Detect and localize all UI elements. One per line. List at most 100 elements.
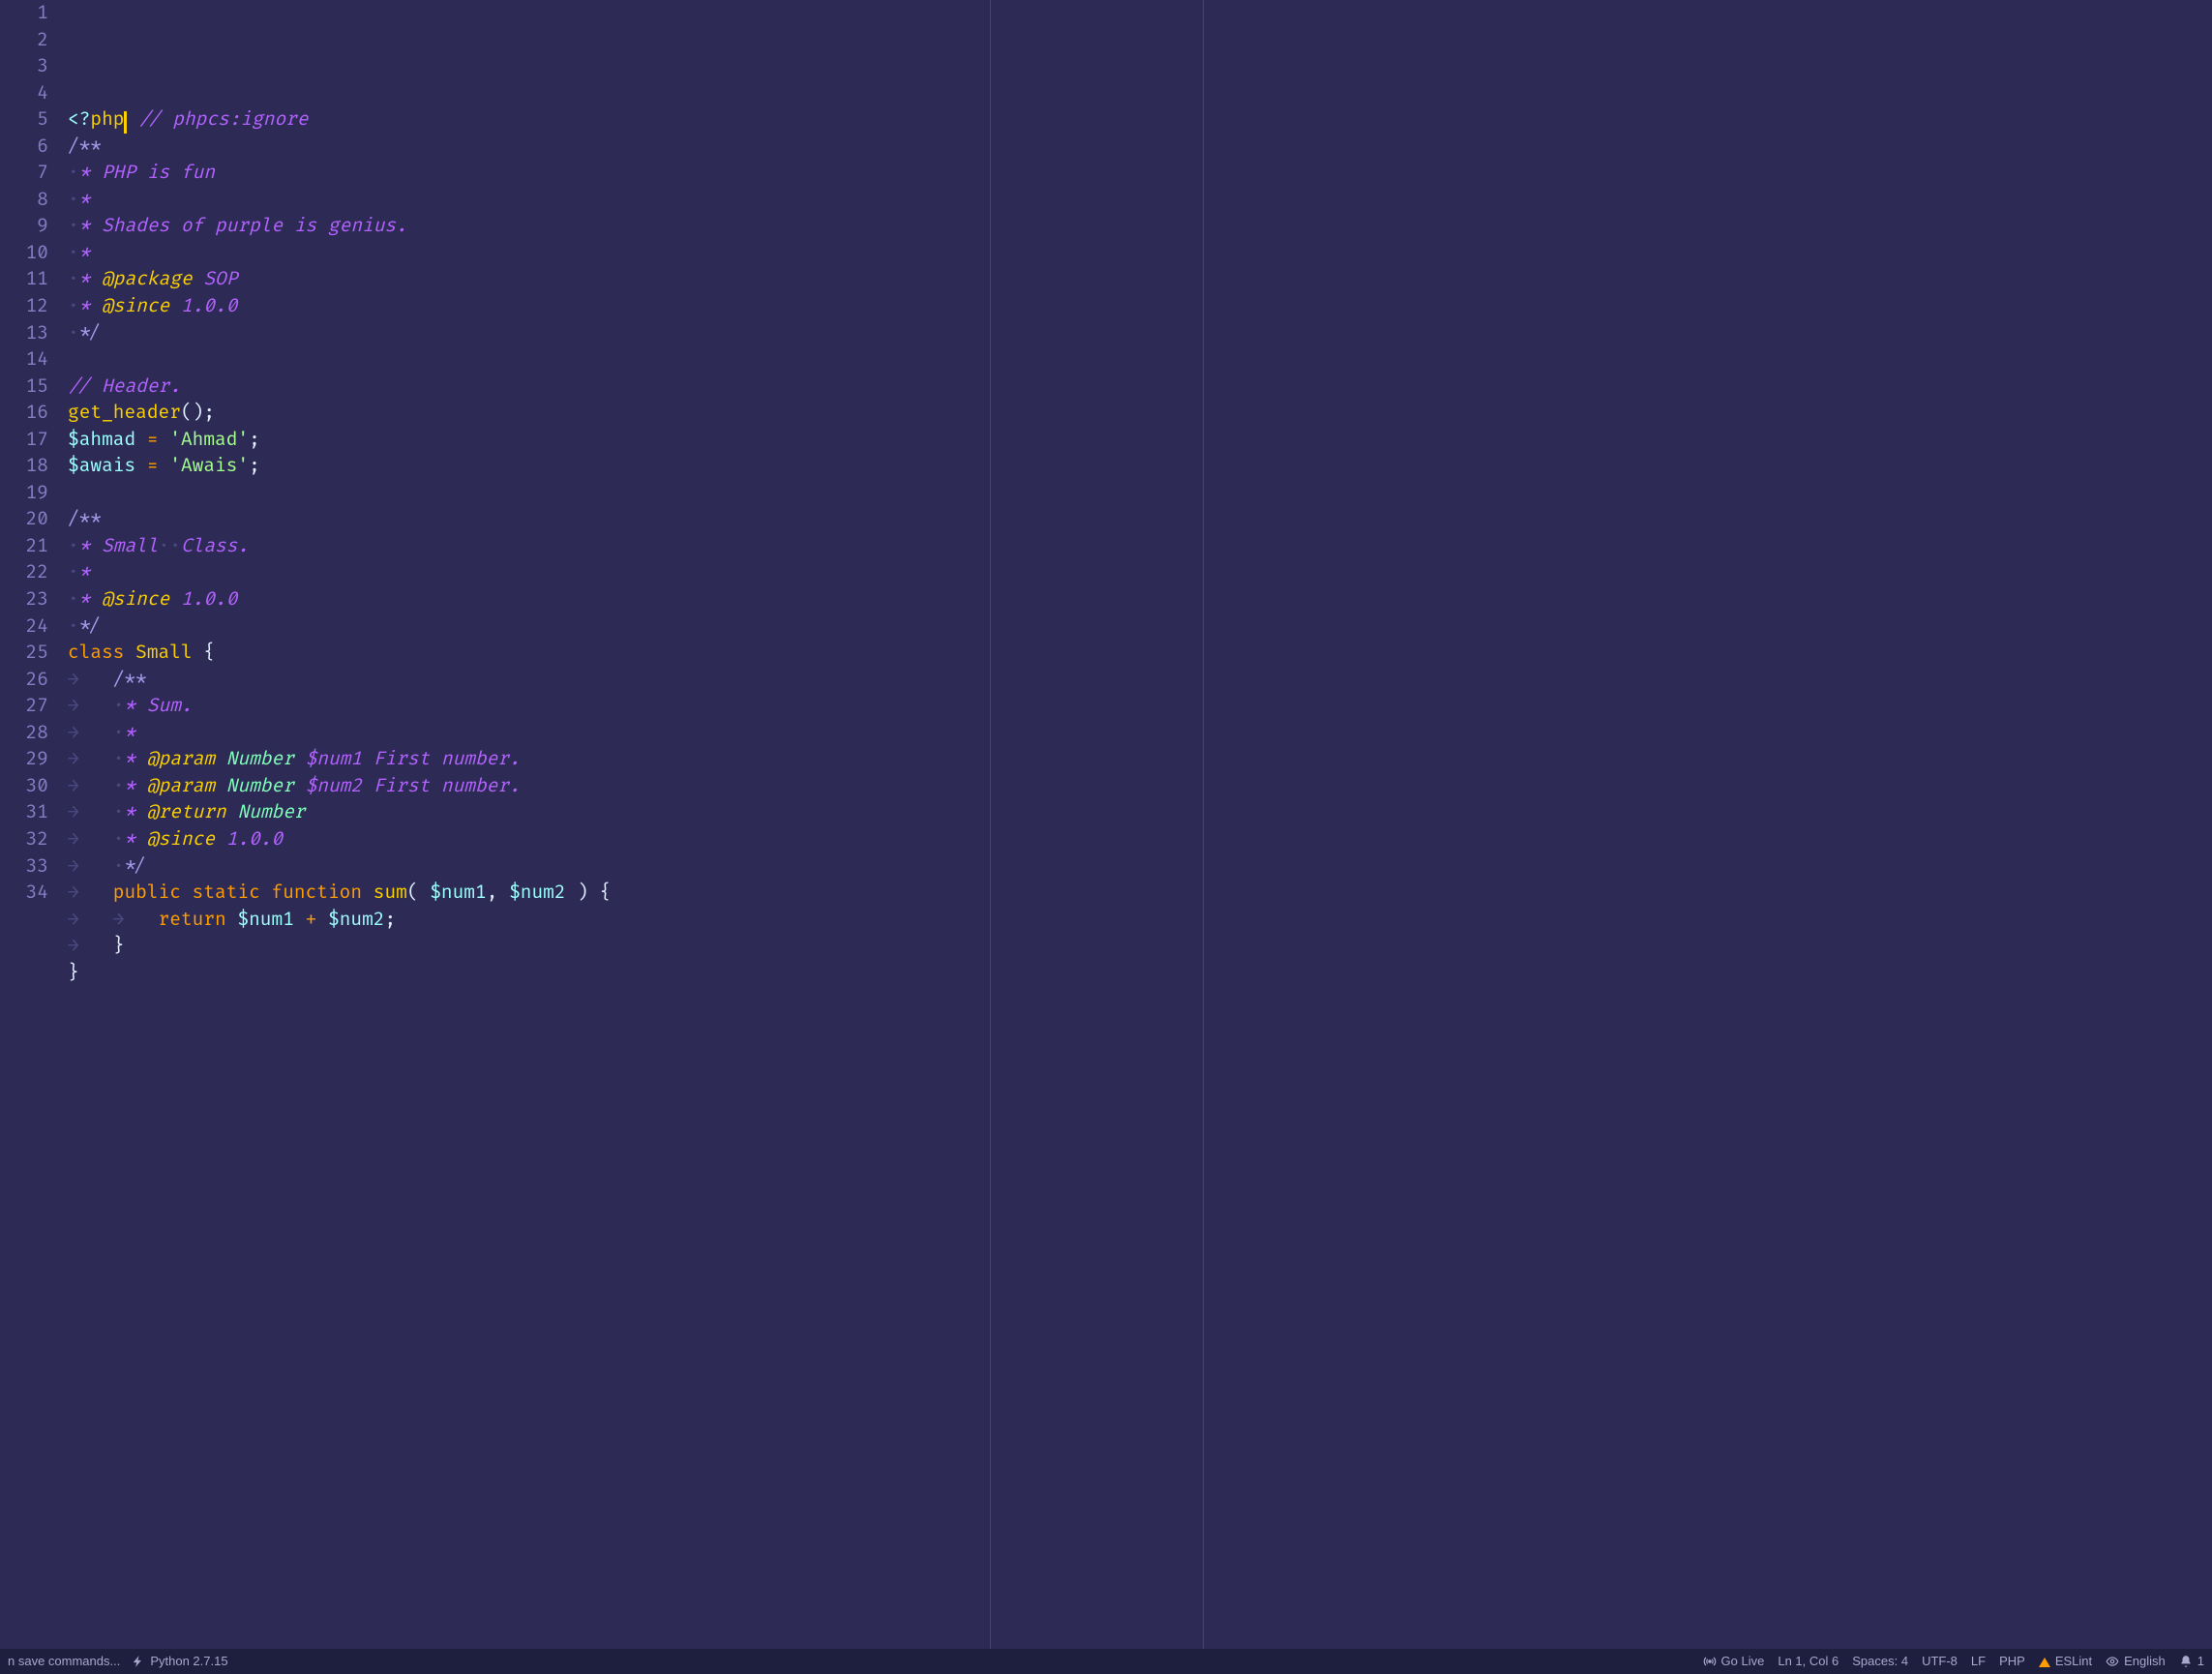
code-line[interactable]: → ·*/ [68,853,2212,881]
status-cursor-position[interactable]: Ln 1, Col 6 [1778,1653,1838,1671]
code-line[interactable]: ·* [68,559,2212,586]
code-line[interactable]: class Small { [68,640,2212,667]
code-line[interactable]: → ·* [68,720,2212,747]
status-indent[interactable]: Spaces: 4 [1852,1653,1908,1671]
code-token: 1.0.0 [215,827,283,851]
code-token: → [68,827,79,851]
code-token: */ [79,614,102,638]
code-token: $num2 [509,881,565,904]
status-spellcheck[interactable]: English [2106,1653,2166,1671]
code-line[interactable]: /** [68,134,2212,161]
code-token: · [113,827,125,851]
line-number: 4 [6,80,48,107]
code-token: * [124,747,146,770]
code-token: ·· [159,534,181,557]
code-line[interactable]: → public static function sum( $num1, $nu… [68,880,2212,907]
editor-ruler [1203,0,1204,1649]
code-token: $num1 [430,881,486,904]
code-token [226,908,238,931]
code-token: * Sum. [124,694,192,717]
code-token [79,854,113,878]
code-token: SOP [193,267,238,290]
code-line[interactable]: ·* [68,240,2212,267]
code-token: @since [102,587,169,611]
code-token: } [113,934,125,957]
line-number: 7 [6,160,48,187]
code-line[interactable]: ·* Small··Class. [68,533,2212,560]
code-line[interactable]: // Header. [68,374,2212,401]
code-token: /** [68,135,102,158]
code-editor[interactable]: <?php // phpcs:ignore/**·* PHP is fun·*·… [66,0,2212,1649]
code-line[interactable]: ·* @since 1.0.0 [68,586,2212,613]
status-eslint[interactable]: ESLint [2039,1653,2092,1671]
code-line[interactable]: → ·* Sum. [68,693,2212,720]
code-line[interactable]: /** [68,506,2212,533]
code-token: ( [407,881,430,904]
code-token: 1.0.0 [169,587,237,611]
editor-area[interactable]: 1234567891011121314151617181920212223242… [0,0,2212,1649]
line-number: 6 [6,134,48,161]
status-language[interactable]: PHP [1999,1653,2025,1671]
status-go-live-label: Go Live [1721,1653,1765,1671]
code-line[interactable]: → ·* @return Number [68,799,2212,826]
code-token: get_header [68,401,181,424]
code-line[interactable] [68,986,2212,1013]
code-token [79,881,113,904]
code-line[interactable]: $ahmad = 'Ahmad'; [68,427,2212,454]
line-number: 28 [6,720,48,747]
code-token: , [487,881,509,904]
code-line[interactable]: → ·* @since 1.0.0 [68,826,2212,853]
line-number: 22 [6,559,48,586]
status-python[interactable]: Python 2.7.15 [132,1653,227,1671]
code-token: * [79,188,91,211]
line-number: 14 [6,346,48,374]
code-token: * [79,241,91,264]
line-number: 27 [6,693,48,720]
code-token: · [68,587,79,611]
line-number: 13 [6,320,48,347]
code-line[interactable]: ·* @package SOP [68,266,2212,293]
code-token [79,934,113,957]
code-line[interactable] [68,480,2212,507]
code-line[interactable]: → → return $num1 + $num2; [68,907,2212,934]
code-token: $awais [68,454,135,477]
status-eol[interactable]: LF [1971,1653,1986,1671]
status-go-live[interactable]: Go Live [1703,1653,1765,1671]
code-token [127,107,138,131]
code-line[interactable]: ·* PHP is fun [68,160,2212,187]
code-token: * [124,800,146,823]
code-token: * [124,774,146,797]
code-token: Class. [181,534,249,557]
code-line[interactable]: → /** [68,667,2212,694]
code-line[interactable]: ·*/ [68,613,2212,641]
status-encoding[interactable]: UTF-8 [1922,1653,1958,1671]
code-token: static [193,881,260,904]
code-line[interactable]: get_header(); [68,400,2212,427]
broadcast-icon [1703,1655,1717,1668]
code-token: · [68,267,79,290]
code-line[interactable]: ·* [68,187,2212,214]
code-line[interactable]: ·* Shades of purple is genius. [68,213,2212,240]
code-line[interactable]: → ·* @param Number $num2 First number. [68,773,2212,800]
line-number: 33 [6,853,48,881]
status-save-commands[interactable]: n save commands... [8,1653,120,1671]
code-token: · [113,694,125,717]
status-notifications[interactable]: 1 [2179,1653,2204,1671]
code-token: · [113,721,125,744]
code-token [294,908,306,931]
code-token: → [68,694,79,717]
code-line[interactable]: $awais = 'Awais'; [68,453,2212,480]
code-line[interactable]: → } [68,933,2212,960]
code-line[interactable]: <?php // phpcs:ignore [68,106,2212,134]
code-line[interactable]: ·* @since 1.0.0 [68,293,2212,320]
code-line[interactable]: } [68,960,2212,987]
code-token: * [124,827,146,851]
line-number: 11 [6,266,48,293]
code-line[interactable]: → ·* @param Number $num1 First number. [68,746,2212,773]
code-token: Small [135,641,192,664]
code-line[interactable] [68,346,2212,374]
code-token [135,454,147,477]
code-token: * [79,267,102,290]
code-token: · [68,161,79,184]
code-line[interactable]: ·*/ [68,320,2212,347]
